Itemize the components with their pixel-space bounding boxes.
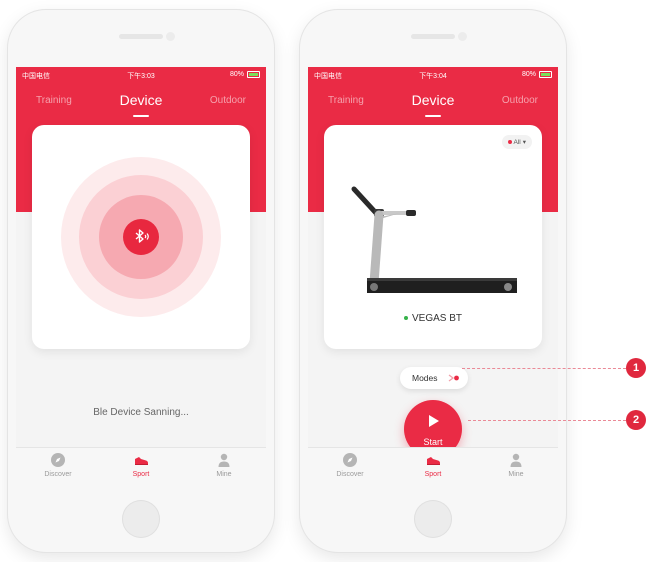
bluetooth-icon	[135, 229, 149, 243]
scan-card	[32, 125, 250, 349]
status-bar: 中国电信 下午3:03 80%	[16, 67, 266, 83]
callout-1-marker: 1	[626, 358, 646, 378]
nav-sport[interactable]: Sport	[403, 452, 463, 478]
battery-icon	[247, 71, 260, 78]
callout-2-marker: 2	[626, 410, 646, 430]
phone-camera	[458, 32, 467, 41]
phone-speaker	[411, 34, 455, 39]
phone-speaker	[119, 34, 163, 39]
active-tab-indicator	[133, 115, 149, 117]
nav-mine-label: Mine	[216, 471, 232, 478]
modes-label: Modes	[412, 373, 438, 383]
phone-frame-right: 中国电信 下午3:04 80% Training Device Outdoor …	[300, 10, 566, 552]
phone-camera	[166, 32, 175, 41]
status-bar: 中国电信 下午3:04 80%	[308, 67, 558, 83]
tab-outdoor[interactable]: Outdoor	[210, 95, 246, 106]
modes-toggle-icon	[448, 374, 459, 382]
status-time: 下午3:04	[419, 73, 447, 80]
filter-label: All	[513, 138, 521, 146]
top-tabs: Training Device Outdoor	[308, 89, 558, 119]
device-filter-dropdown[interactable]: All ▾	[501, 135, 532, 149]
app-screen-device: 中国电信 下午3:04 80% Training Device Outdoor …	[308, 67, 558, 487]
callout-2-leader	[468, 420, 626, 421]
active-tab-indicator	[425, 115, 441, 117]
phone-frame-left: 中国电信 下午3:03 80% Training Device Outdoor	[8, 10, 274, 552]
battery-percent: 80%	[229, 71, 244, 78]
play-icon	[429, 415, 439, 427]
device-name-label[interactable]: VEGAS BT	[324, 313, 542, 324]
modes-button[interactable]: Modes	[400, 367, 468, 389]
nav-discover-label: Discover	[336, 471, 364, 478]
connected-status-icon	[403, 316, 408, 321]
bottom-nav: Discover Sport Mine	[308, 447, 558, 487]
treadmill-illustration	[351, 186, 517, 293]
filter-dot-icon	[507, 140, 512, 144]
nav-mine[interactable]: Mine	[194, 452, 254, 478]
phone-home-button[interactable]	[122, 500, 160, 538]
callout-1-leader	[462, 368, 626, 369]
sneaker-icon	[135, 457, 148, 465]
bottom-nav: Discover Sport Mine	[16, 447, 266, 487]
start-label: Start	[423, 437, 443, 447]
nav-sport[interactable]: Sport	[111, 452, 171, 478]
app-screen-scanning: 中国电信 下午3:03 80% Training Device Outdoor	[16, 67, 266, 487]
status-time: 下午3:03	[127, 73, 155, 80]
bluetooth-scan-button[interactable]	[123, 219, 159, 255]
person-icon	[510, 453, 522, 467]
person-icon	[218, 453, 230, 467]
compass-icon	[343, 453, 357, 467]
device-name-text: VEGAS BT	[411, 313, 462, 324]
device-card: All ▾ VEGAS BT	[324, 125, 542, 349]
top-tabs: Training Device Outdoor	[16, 89, 266, 119]
scanning-status-text: Ble Device Sanning...	[93, 407, 189, 418]
nav-mine[interactable]: Mine	[486, 452, 546, 478]
nav-discover[interactable]: Discover	[28, 452, 88, 478]
nav-sport-label: Sport	[424, 471, 442, 478]
nav-discover[interactable]: Discover	[320, 452, 380, 478]
tab-outdoor[interactable]: Outdoor	[502, 95, 538, 106]
nav-mine-label: Mine	[508, 471, 524, 478]
nav-sport-label: Sport	[132, 471, 150, 478]
battery-icon	[539, 71, 552, 78]
compass-icon	[51, 453, 65, 467]
battery-percent: 80%	[521, 71, 536, 78]
phone-home-button[interactable]	[414, 500, 452, 538]
chevron-down-icon: ▾	[522, 139, 526, 146]
sneaker-icon	[427, 457, 440, 465]
nav-discover-label: Discover	[44, 471, 72, 478]
